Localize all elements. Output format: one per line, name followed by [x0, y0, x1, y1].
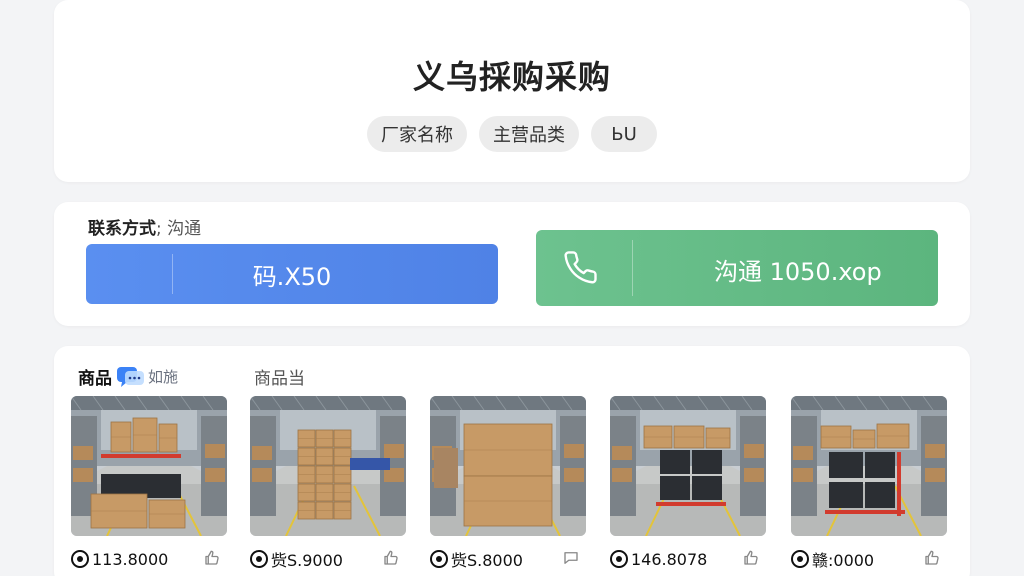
tab-secondary-label: 商品当 [254, 369, 305, 389]
shop-header-card: 义乌採购采购 厂家名称 主营品类 ЬU [54, 0, 970, 182]
product-price: 113.8000 [92, 549, 169, 569]
price-row: 赣:0000 [791, 546, 947, 572]
thumbs-up-icon[interactable] [742, 549, 760, 567]
products-card: 商品 如施 商品当 113.8000 赀S.9000 赀S.8000 146.8078… [54, 346, 970, 576]
chip-other[interactable]: ЬU [591, 116, 657, 152]
product-card[interactable]: 146.8078 [610, 396, 766, 569]
price-coin-icon [791, 550, 809, 568]
contact-label-key: 联系方式 [88, 219, 156, 239]
thumbs-up-icon[interactable] [203, 549, 221, 567]
price-row: 赀S.8000 [430, 546, 586, 572]
product-image[interactable] [430, 396, 586, 536]
tab-products[interactable]: 商品 如施 [78, 364, 178, 389]
product-image[interactable] [791, 396, 947, 536]
contact-label-value: 沟通 [167, 219, 202, 239]
warehouse-photo [250, 396, 406, 536]
tab-secondary[interactable]: 商品当 [254, 364, 305, 389]
warehouse-photo [791, 396, 947, 536]
tab-products-badge: 如施 [148, 368, 179, 386]
phone-icon [564, 251, 597, 284]
chat-bubble-icon [117, 366, 144, 387]
product-price: 赀S.8000 [451, 551, 523, 570]
warehouse-photo [71, 396, 227, 536]
product-image[interactable] [610, 396, 766, 536]
thumbs-up-icon[interactable] [382, 549, 400, 567]
price-coin-icon [430, 550, 448, 568]
product-card[interactable]: 赣:0000 [791, 396, 947, 570]
product-price: 赣:0000 [812, 551, 875, 570]
price-coin-icon [250, 550, 268, 568]
contact-label: 联系方式; 沟通 [88, 219, 202, 239]
category-chip-row: 厂家名称 主营品类 ЬU [54, 116, 970, 152]
chip-main-category[interactable]: 主营品类 [479, 116, 579, 152]
price-coin-icon [71, 550, 89, 568]
product-card[interactable]: 赀S.8000 [430, 396, 586, 570]
product-image[interactable] [71, 396, 227, 536]
phone-contact-button[interactable]: 沟通 1050.xop [536, 230, 938, 306]
phone-button-label: 沟通 1050.xop [714, 258, 882, 286]
chat-icon[interactable] [562, 549, 580, 567]
wechat-button-label: 码.X50 [252, 262, 332, 291]
tab-products-label: 商品 [78, 369, 112, 389]
warehouse-photo [610, 396, 766, 536]
product-card[interactable]: 赀S.9000 [250, 396, 406, 570]
chip-manufacturer[interactable]: 厂家名称 [367, 116, 467, 152]
price-row: 113.8000 [71, 546, 227, 572]
product-price: 赀S.9000 [271, 551, 343, 570]
contact-card: 联系方式; 沟通 码.X50 沟通 1050.xop [54, 202, 970, 326]
wechat-contact-button[interactable]: 码.X50 [86, 244, 498, 304]
price-row: 赀S.9000 [250, 546, 406, 572]
warehouse-photo [430, 396, 586, 536]
button-divider [172, 254, 173, 294]
price-row: 146.8078 [610, 546, 766, 572]
shop-title: 义乌採购采购 [412, 58, 611, 96]
product-price: 146.8078 [631, 549, 708, 569]
button-divider [632, 240, 633, 296]
product-card[interactable]: 113.8000 [71, 396, 227, 569]
thumbs-up-icon[interactable] [923, 549, 941, 567]
price-coin-icon [610, 550, 628, 568]
product-image[interactable] [250, 396, 406, 536]
